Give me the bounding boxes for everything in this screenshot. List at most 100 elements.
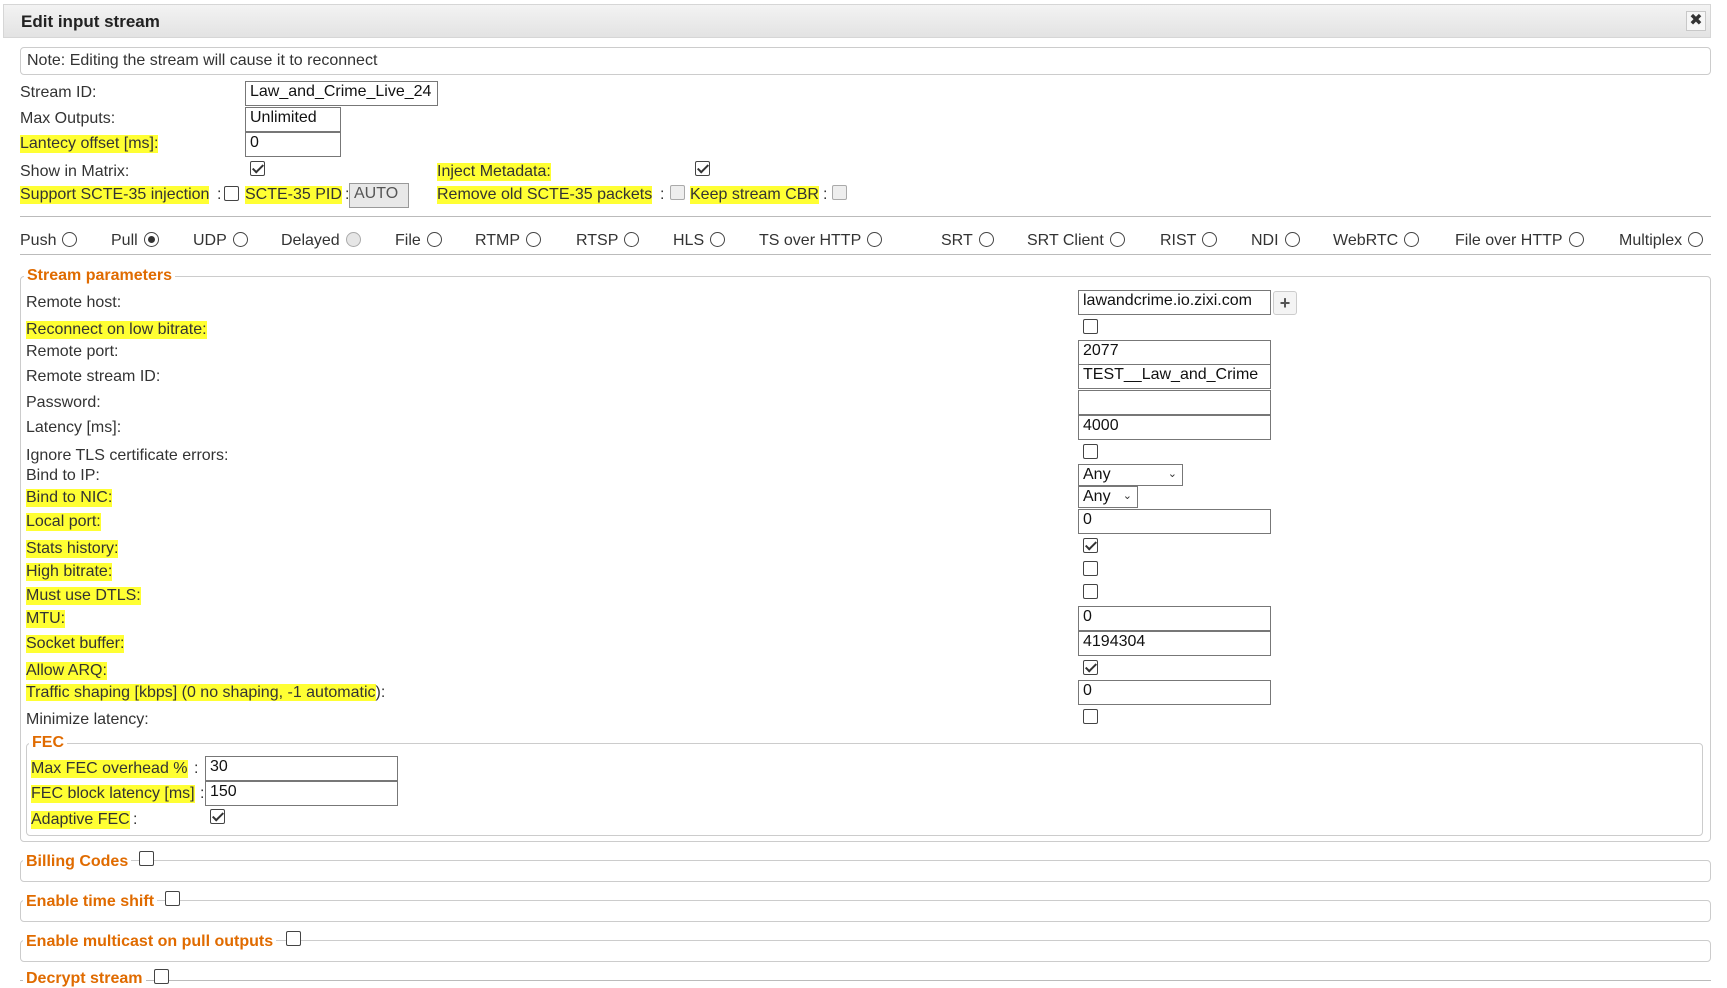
protocol-radio-multiplex[interactable] <box>1688 232 1703 247</box>
dialog-titlebar: Edit input stream ✖ <box>3 4 1711 38</box>
protocol-label-srt: SRT <box>941 232 973 249</box>
chevron-down-icon: ⌄ <box>1167 468 1177 480</box>
max-outputs-input[interactable]: Unlimited <box>245 107 341 132</box>
protocol-radio-file[interactable] <box>427 232 442 247</box>
high-bitrate-label: High bitrate: <box>26 563 113 581</box>
scte35-injection-colon: : <box>217 186 222 203</box>
protocol-label-pull: Pull <box>111 232 138 249</box>
fec-block-latency-input[interactable]: 150 <box>205 781 398 806</box>
divider-bottom <box>20 254 1711 255</box>
remove-scte35-colon: : <box>660 186 665 203</box>
inject-metadata-label: Inject Metadata: <box>437 163 551 181</box>
protocol-radio-file-over-http[interactable] <box>1569 232 1584 247</box>
latency-input[interactable]: 4000 <box>1078 415 1271 440</box>
protocol-radio-delayed[interactable] <box>346 232 361 247</box>
reconnect-low-bitrate-checkbox[interactable] <box>1083 319 1098 334</box>
mtu-label: MTU: <box>26 610 66 628</box>
protocol-label-hls: HLS <box>673 232 705 249</box>
high-bitrate-checkbox[interactable] <box>1083 561 1098 576</box>
minimize-latency-label: Minimize latency: <box>26 711 149 728</box>
protocol-radio-hls[interactable] <box>710 232 725 247</box>
add-host-button[interactable]: + <box>1273 291 1297 315</box>
traffic-shaping-label: Traffic shaping [kbps] (0 no shaping, -1… <box>26 684 385 702</box>
multicast-legend: Enable multicast on pull outputs <box>23 933 277 951</box>
adaptive-fec-checkbox[interactable] <box>210 809 225 824</box>
show-in-matrix-checkbox[interactable] <box>250 161 265 176</box>
remote-stream-id-input[interactable]: TEST__Law_and_Crime <box>1078 364 1271 389</box>
max-fec-overhead-colon: : <box>194 760 199 777</box>
stream-parameters-legend: Stream parameters <box>24 267 175 285</box>
scte35-injection-label: Support SCTE-35 injection <box>20 186 210 204</box>
stream-id-label: Stream ID: <box>20 84 97 101</box>
keep-cbr-colon: : <box>823 186 828 203</box>
dialog-title: Edit input stream <box>21 12 160 31</box>
password-label: Password: <box>26 394 101 411</box>
fec-legend: FEC <box>29 734 67 752</box>
decrypt-legend: Decrypt stream <box>23 970 146 988</box>
password-input[interactable] <box>1078 390 1271 415</box>
protocol-radio-rtsp[interactable] <box>624 232 639 247</box>
adaptive-fec-label: Adaptive FEC <box>31 811 130 829</box>
protocol-radio-ts-over-http[interactable] <box>867 232 882 247</box>
protocol-label-rtmp: RTMP <box>475 232 521 249</box>
protocol-radio-webrtc[interactable] <box>1404 232 1419 247</box>
protocol-label-ts-over-http: TS over HTTP <box>759 232 862 249</box>
protocol-radio-pull[interactable] <box>144 232 159 247</box>
bind-nic-select[interactable]: Any ⌄ <box>1078 486 1138 508</box>
protocol-label-webrtc: WebRTC <box>1333 232 1399 249</box>
protocol-label-udp: UDP <box>193 232 227 249</box>
protocol-radio-srt-client[interactable] <box>1110 232 1125 247</box>
fec-block-latency-label: FEC block latency [ms] <box>31 785 195 803</box>
remote-port-input[interactable]: 2077 <box>1078 340 1271 365</box>
protocol-label-srt-client: SRT Client <box>1027 232 1104 249</box>
multicast-checkbox[interactable] <box>286 931 301 946</box>
must-use-dtls-checkbox[interactable] <box>1083 584 1098 599</box>
protocol-radio-udp[interactable] <box>233 232 248 247</box>
protocol-label-file-over-http: File over HTTP <box>1455 232 1563 249</box>
stream-id-input[interactable]: Law_and_Crime_Live_24 <box>245 81 438 106</box>
socket-buffer-input[interactable]: 4194304 <box>1078 631 1271 656</box>
remove-scte35-checkbox[interactable] <box>670 185 685 200</box>
minimize-latency-checkbox[interactable] <box>1083 709 1098 724</box>
keep-cbr-checkbox[interactable] <box>832 185 847 200</box>
scte35-injection-checkbox[interactable] <box>224 186 239 201</box>
scte35-pid-input[interactable]: AUTO <box>349 183 409 208</box>
bind-ip-select[interactable]: Any ⌄ <box>1078 464 1183 486</box>
protocol-radio-push[interactable] <box>62 232 77 247</box>
stats-history-label: Stats history: <box>26 540 119 558</box>
traffic-shaping-input[interactable]: 0 <box>1078 680 1271 705</box>
latency-offset-input[interactable]: 0 <box>245 132 341 157</box>
protocol-radio-srt[interactable] <box>979 232 994 247</box>
protocol-radio-rist[interactable] <box>1202 232 1217 247</box>
traffic-shaping-suffix: ): <box>375 684 386 701</box>
divider-top <box>20 216 1711 217</box>
local-port-input[interactable]: 0 <box>1078 509 1271 534</box>
must-use-dtls-label: Must use DTLS: <box>26 587 141 605</box>
max-fec-overhead-input[interactable]: 30 <box>205 756 398 781</box>
decrypt-fieldset <box>20 980 1711 981</box>
fec-block-latency-colon: : <box>200 785 205 802</box>
protocol-radio-rtmp[interactable] <box>526 232 541 247</box>
billing-codes-checkbox[interactable] <box>139 851 154 866</box>
bind-ip-label: Bind to IP: <box>26 467 100 484</box>
protocol-label-delayed: Delayed <box>281 232 340 249</box>
remote-host-input[interactable]: lawandcrime.io.zixi.com <box>1078 290 1271 315</box>
ignore-tls-checkbox[interactable] <box>1083 444 1098 459</box>
show-in-matrix-label: Show in Matrix: <box>20 163 130 180</box>
stats-history-checkbox[interactable] <box>1083 538 1098 553</box>
billing-codes-legend: Billing Codes <box>23 853 132 871</box>
adaptive-fec-colon: : <box>133 811 138 828</box>
allow-arq-checkbox[interactable] <box>1083 660 1098 675</box>
socket-buffer-label: Socket buffer: <box>26 635 125 653</box>
scte35-pid-label: SCTE-35 PID <box>245 186 342 204</box>
remote-stream-id-label: Remote stream ID: <box>26 368 161 385</box>
max-fec-overhead-label: Max FEC overhead % <box>31 760 188 778</box>
protocol-radio-ndi[interactable] <box>1285 232 1300 247</box>
inject-metadata-checkbox[interactable] <box>695 161 710 176</box>
ignore-tls-label: Ignore TLS certificate errors: <box>26 447 229 464</box>
mtu-input[interactable]: 0 <box>1078 606 1271 631</box>
time-shift-checkbox[interactable] <box>165 891 180 906</box>
close-icon[interactable]: ✖ <box>1686 11 1706 31</box>
billing-codes-fieldset <box>20 860 1711 882</box>
remote-port-label: Remote port: <box>26 343 119 360</box>
